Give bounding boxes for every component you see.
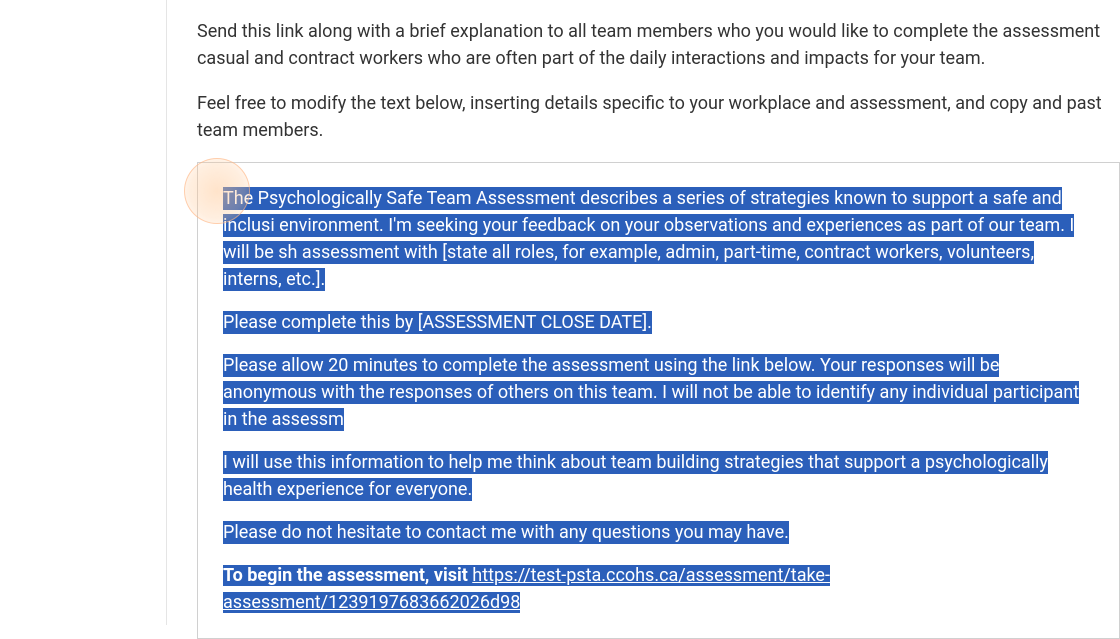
sidebar — [0, 0, 167, 625]
intro-paragraph-1: Send this link along with a brief explan… — [197, 18, 1120, 72]
message-paragraph-5: Please do not hesitate to contact me wit… — [223, 519, 1094, 546]
content-area: Send this link along with a brief explan… — [167, 0, 1120, 625]
highlighted-text: Please allow 20 minutes to complete the … — [223, 354, 1079, 431]
message-paragraph-4: I will use this information to help me t… — [223, 449, 1094, 503]
highlighted-text: Please do not hesitate to contact me wit… — [223, 521, 789, 544]
message-paragraph-3: Please allow 20 minutes to complete the … — [223, 352, 1094, 433]
highlighted-text: I will use this information to help me t… — [223, 451, 1048, 501]
highlighted-text: Please complete this by [ASSESSMENT CLOS… — [223, 311, 652, 334]
intro-paragraph-2: Feel free to modify the text below, inse… — [197, 90, 1120, 144]
message-paragraph-6: To begin the assessment, visit https://t… — [223, 562, 1094, 616]
highlighted-text: The Psychologically Safe Team Assessment… — [223, 187, 1074, 291]
message-template-box[interactable]: The Psychologically Safe Team Assessment… — [197, 162, 1120, 639]
intro-section: Send this link along with a brief explan… — [167, 0, 1120, 144]
message-paragraph-1: The Psychologically Safe Team Assessment… — [223, 185, 1094, 293]
assessment-link-prefix: To begin the assessment, visit — [223, 565, 472, 586]
page-wrapper: Send this link along with a brief explan… — [0, 0, 1120, 625]
message-paragraph-2: Please complete this by [ASSESSMENT CLOS… — [223, 309, 1094, 336]
